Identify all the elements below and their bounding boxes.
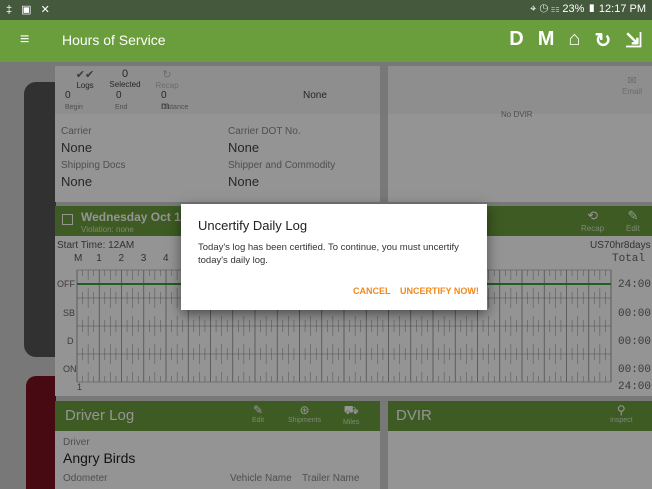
- status-right-info: ⌖ ◷ ☷ 23% ▮ 12:17 PM: [530, 3, 646, 15]
- status-bar: ‡ ▣ ✕ ⌖ ◷ ☷ 23% ▮ 12:17 PM: [0, 0, 652, 20]
- refresh-icon[interactable]: ↻: [594, 28, 611, 53]
- menu-icon[interactable]: ≡: [20, 31, 29, 49]
- logout-icon[interactable]: ⇲: [625, 28, 642, 53]
- dialog-title: Uncertify Daily Log: [198, 218, 308, 233]
- page-title: Hours of Service: [62, 32, 166, 48]
- dialog-message: Today's log has been certified. To conti…: [198, 242, 459, 266]
- day-view-button[interactable]: D: [509, 28, 523, 53]
- month-view-button[interactable]: M: [538, 28, 555, 53]
- app-bar: ≡ Hours of Service D M ⌂ ↻ ⇲: [0, 20, 652, 62]
- uncertify-now-button[interactable]: UNCERTIFY NOW!: [400, 286, 479, 296]
- appbar-actions: D M ⌂ ↻ ⇲: [509, 28, 642, 53]
- inspection-icon[interactable]: ⌂: [568, 28, 580, 53]
- status-left-icons: ‡ ▣ ✕: [6, 4, 53, 16]
- cancel-button[interactable]: CANCEL: [353, 286, 391, 296]
- uncertify-dialog: Uncertify Daily Log Today's log has been…: [181, 204, 487, 310]
